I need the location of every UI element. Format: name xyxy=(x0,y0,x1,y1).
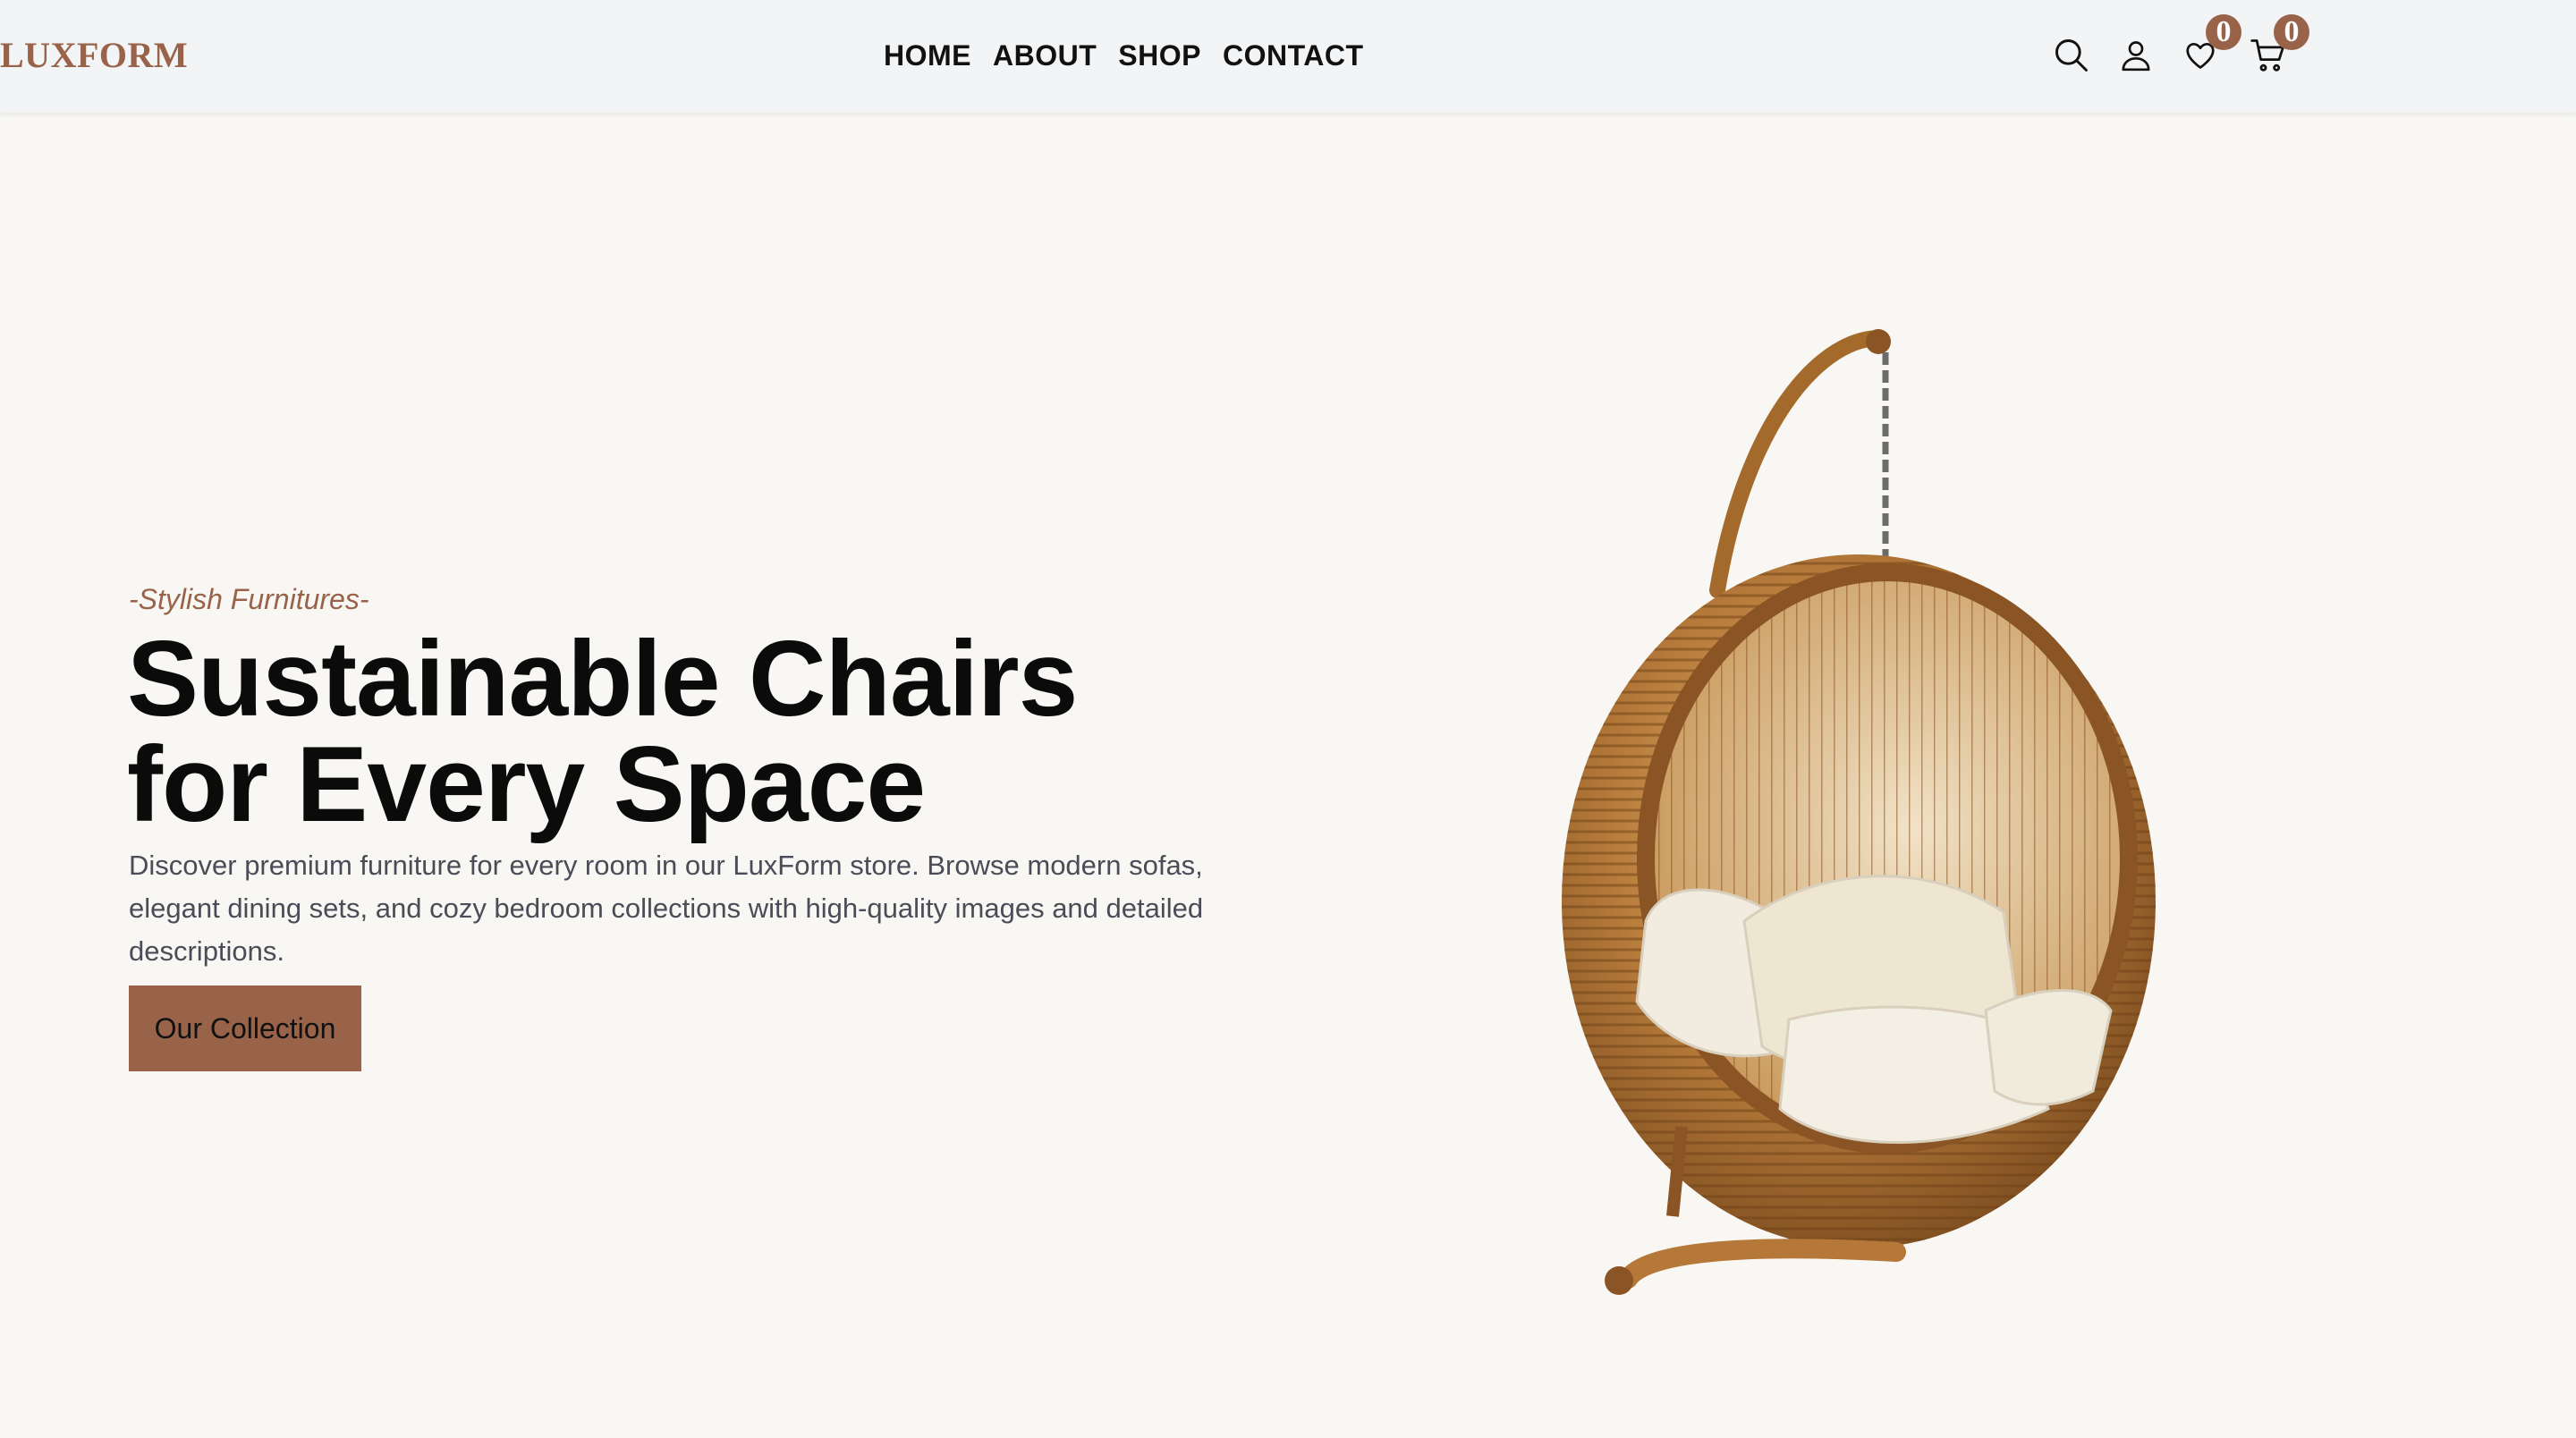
search-icon xyxy=(2055,39,2088,72)
hero-title-line-1: Sustainable Chairs xyxy=(127,619,1078,739)
hero-title: Sustainable Chairs for Every Space xyxy=(127,625,1290,838)
nav-contact[interactable]: CONTACT xyxy=(1223,34,1364,77)
hero-subtitle: -Stylish Furnitures- xyxy=(129,583,369,615)
nav-about[interactable]: ABOUT xyxy=(993,34,1097,77)
hero-title-line-2: for Every Space xyxy=(127,724,926,844)
brand-logo[interactable]: LUXFORM xyxy=(0,32,188,79)
nav-home[interactable]: HOME xyxy=(884,34,971,77)
search-button[interactable] xyxy=(2048,32,2095,79)
our-collection-button[interactable]: Our Collection xyxy=(129,985,361,1071)
user-icon xyxy=(2122,41,2150,72)
account-button[interactable] xyxy=(2113,32,2159,79)
navbar: LUXFORM HOME ABOUT SHOP CONTACT 0 0 xyxy=(0,0,2576,113)
cart-count-badge: 0 xyxy=(2274,14,2309,50)
main-nav: HOME ABOUT SHOP CONTACT xyxy=(884,34,1364,77)
hero-description: Discover premium furniture for every roo… xyxy=(129,850,1204,967)
wishlist-button[interactable]: 0 xyxy=(2177,14,2241,79)
hanging-egg-chair-image xyxy=(1562,329,2156,1295)
cart-button[interactable]: 0 xyxy=(2245,14,2309,79)
nav-shop[interactable]: SHOP xyxy=(1118,34,1201,77)
wishlist-count-badge: 0 xyxy=(2206,14,2241,50)
